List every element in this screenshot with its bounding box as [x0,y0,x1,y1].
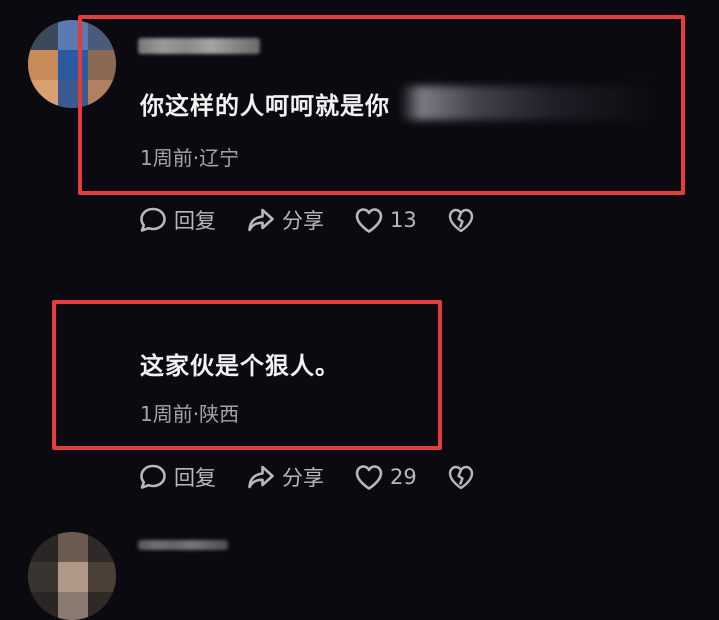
highlight-box [78,15,685,195]
comment-item: 这家伙是个狠人。 1周前·陕西 回复 分享 29 [0,250,719,620]
reply-bubble-icon [140,464,166,489]
reply-label: 回复 [174,466,216,490]
heart-icon [355,208,383,233]
share-button[interactable]: 分享 [246,205,324,235]
comment-actions: 回复 分享 13 [138,205,505,235]
share-button[interactable]: 分享 [246,462,324,492]
like-button[interactable]: 29 [354,463,417,491]
heart-icon [355,465,383,490]
broken-heart-icon [448,465,473,490]
highlight-box [52,300,442,450]
like-button[interactable]: 13 [354,206,417,234]
share-label: 分享 [282,209,324,233]
broken-heart-icon [448,208,473,233]
reply-label: 回复 [174,209,216,233]
avatar[interactable] [28,532,116,620]
comment-item: 你这样的人呵呵就是你 1周前·辽宁 回复 分享 13 [0,0,719,250]
like-count: 29 [390,465,417,489]
username-blurred[interactable] [138,540,228,550]
share-arrow-icon [248,465,274,489]
share-label: 分享 [282,466,324,490]
reply-button[interactable]: 回复 [138,205,216,235]
reply-bubble-icon [140,207,166,232]
dislike-button[interactable] [447,206,475,234]
reply-button[interactable]: 回复 [138,462,216,492]
like-count: 13 [390,208,417,232]
dislike-button[interactable] [447,463,475,491]
comment-actions: 回复 分享 29 [138,462,505,492]
share-arrow-icon [248,208,274,232]
